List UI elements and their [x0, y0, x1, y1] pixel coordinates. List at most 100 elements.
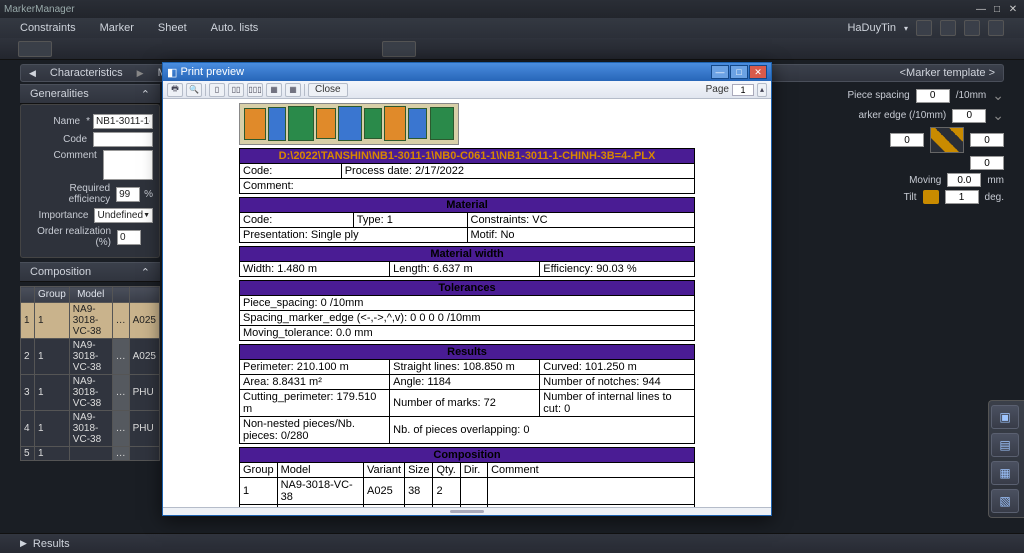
dialog-title: Print preview [180, 66, 244, 78]
page-spinner[interactable]: ▴ [757, 83, 767, 97]
dialog-maximize-button[interactable]: □ [730, 65, 748, 79]
view-three-icon[interactable]: ▯▯▯ [247, 83, 263, 97]
toolbar-slot-1[interactable] [18, 41, 52, 57]
col-btn [112, 287, 129, 303]
side-tray: ▣ ▤ ▦ ▧ [988, 400, 1024, 518]
code-input[interactable] [93, 132, 153, 147]
chevron-down-icon[interactable]: ⌄ [992, 107, 1004, 124]
importance-label: Importance [27, 210, 94, 221]
results-tab[interactable]: Results [33, 538, 70, 550]
spacing-panel: Piece spacing/10mm⌄ arker edge (/10mm)⌄ … [784, 84, 1004, 207]
table-row[interactable]: 41NA9-3018-VC-38…PHU [21, 411, 160, 447]
col-index [21, 287, 35, 303]
col-model: Model [69, 287, 112, 303]
orderreal-label: Order realization (%) [27, 226, 117, 248]
menu-marker[interactable]: Marker [100, 22, 134, 34]
user-menu[interactable]: HaDuyTin [847, 22, 896, 34]
maximize-button[interactable]: □ [990, 3, 1004, 15]
lectra-icon: ◧ [167, 66, 177, 79]
pad-right-input[interactable] [970, 133, 1004, 147]
orderreal-input[interactable] [117, 230, 141, 245]
dialog-close-button[interactable]: ✕ [749, 65, 767, 79]
col-var [129, 287, 159, 303]
tilt-label: Tilt [904, 192, 917, 203]
app-title: MarkerManager [4, 4, 75, 15]
composition-head: Composition [240, 448, 695, 463]
view-grid6-icon[interactable]: ▦ [285, 83, 301, 97]
reqeff-input[interactable] [116, 187, 140, 202]
comment-label: Comment [27, 150, 103, 161]
toolbar-icon-1[interactable] [916, 20, 932, 36]
tray-button-4[interactable]: ▧ [991, 489, 1019, 513]
secondary-toolbar [0, 38, 1024, 60]
close-button[interactable]: ✕ [1006, 3, 1020, 15]
comment-input[interactable] [103, 150, 153, 180]
table-row[interactable]: 21NA9-3018-VC-38…A025 [21, 339, 160, 375]
tab-characteristics[interactable]: Characteristics [50, 67, 123, 79]
toolbar-slot-2[interactable] [382, 41, 416, 57]
chevron-down-icon[interactable]: ⌄ [992, 87, 1004, 104]
table-row[interactable]: 51… [21, 447, 160, 461]
toolbar-icon-2[interactable] [940, 20, 956, 36]
view-two-icon[interactable]: ▯▯ [228, 83, 244, 97]
print-icon[interactable]: 🖶 [167, 83, 183, 97]
generalities-header[interactable]: Generalities ⌃ [20, 84, 160, 104]
piece-spacing-input[interactable] [916, 89, 950, 103]
material-head: Material [240, 198, 695, 213]
tray-button-2[interactable]: ▤ [991, 433, 1019, 457]
dialog-body[interactable]: D:\2022\TANSHIN\NB1-3011-1\NB0-C061-1\NB… [163, 99, 771, 507]
orientation-swatch[interactable] [930, 127, 964, 153]
generalities-panel: Name* Code Comment Required efficiency% … [20, 104, 160, 258]
hdr-code: Code: [240, 164, 342, 179]
dialog-resize-handle[interactable] [163, 507, 771, 515]
piece-spacing-label: Piece spacing [847, 90, 909, 101]
dialog-minimize-button[interactable]: — [711, 65, 729, 79]
toolbar-icon-4[interactable] [988, 20, 1004, 36]
menu-autolists[interactable]: Auto. lists [211, 22, 259, 34]
edge-spacing-input[interactable] [952, 109, 986, 123]
view-single-icon[interactable]: ▯ [209, 83, 225, 97]
name-label: Name [27, 116, 86, 127]
table-row: 1NA9-3018-VC-38A025382 [240, 478, 695, 505]
marker-template-label[interactable]: <Marker template > [900, 67, 995, 79]
menubar: Constraints Marker Sheet Auto. lists HaD… [0, 18, 1024, 38]
dialog-toolbar: 🖶 🔍 ▯ ▯▯ ▯▯▯ ▦ ▦ Close Page ▴ [163, 81, 771, 99]
results-head: Results [240, 345, 695, 360]
menu-constraints[interactable]: Constraints [20, 22, 76, 34]
edge-spacing-label: arker edge (/10mm) [858, 110, 946, 121]
menu-sheet[interactable]: Sheet [158, 22, 187, 34]
marker-preview-image [239, 103, 459, 145]
zoom-icon[interactable]: 🔍 [186, 83, 202, 97]
toolbar-icon-3[interactable] [964, 20, 980, 36]
tilt-input[interactable] [945, 190, 979, 204]
name-input[interactable] [93, 114, 153, 129]
tray-button-3[interactable]: ▦ [991, 461, 1019, 485]
page-input[interactable] [732, 84, 754, 96]
tilt-icon [923, 190, 939, 204]
page-label: Page [706, 84, 729, 95]
importance-select[interactable]: Undefined▼ [94, 208, 153, 223]
app-titlebar: MarkerManager — □ ✕ [0, 0, 1024, 18]
file-path: D:\2022\TANSHIN\NB1-3011-1\NB0-C061-1\NB… [240, 149, 695, 164]
bottom-bar: ▶ Results [0, 533, 1024, 553]
code-label: Code [27, 134, 93, 145]
pad-left-input[interactable] [890, 133, 924, 147]
composition-grid: Group Model 11NA9-3018-VC-38…A025 21NA9-… [20, 286, 160, 461]
preview-close-button[interactable]: Close [308, 83, 348, 97]
moving-input[interactable] [947, 173, 981, 187]
table-row[interactable]: 31NA9-3018-VC-38…PHU [21, 375, 160, 411]
hdr-procdate: Process date: 2/17/2022 [341, 164, 694, 179]
view-grid4-icon[interactable]: ▦ [266, 83, 282, 97]
hdr-comment: Comment: [240, 179, 695, 194]
print-preview-dialog: ◧ Print preview — □ ✕ 🖶 🔍 ▯ ▯▯ ▯▯▯ ▦ ▦ C… [162, 62, 772, 516]
composition-header[interactable]: Composition⌃ [20, 262, 160, 282]
matwidth-head: Material width [240, 247, 695, 262]
col-group: Group [35, 287, 70, 303]
tray-button-1[interactable]: ▣ [991, 405, 1019, 429]
pad-center-input[interactable] [970, 156, 1004, 170]
reqeff-label: Required efficiency [27, 183, 116, 205]
dialog-titlebar[interactable]: ◧ Print preview — □ ✕ [163, 63, 771, 81]
table-row[interactable]: 11NA9-3018-VC-38…A025 [21, 303, 160, 339]
moving-label: Moving [909, 175, 941, 186]
minimize-button[interactable]: — [974, 3, 988, 15]
